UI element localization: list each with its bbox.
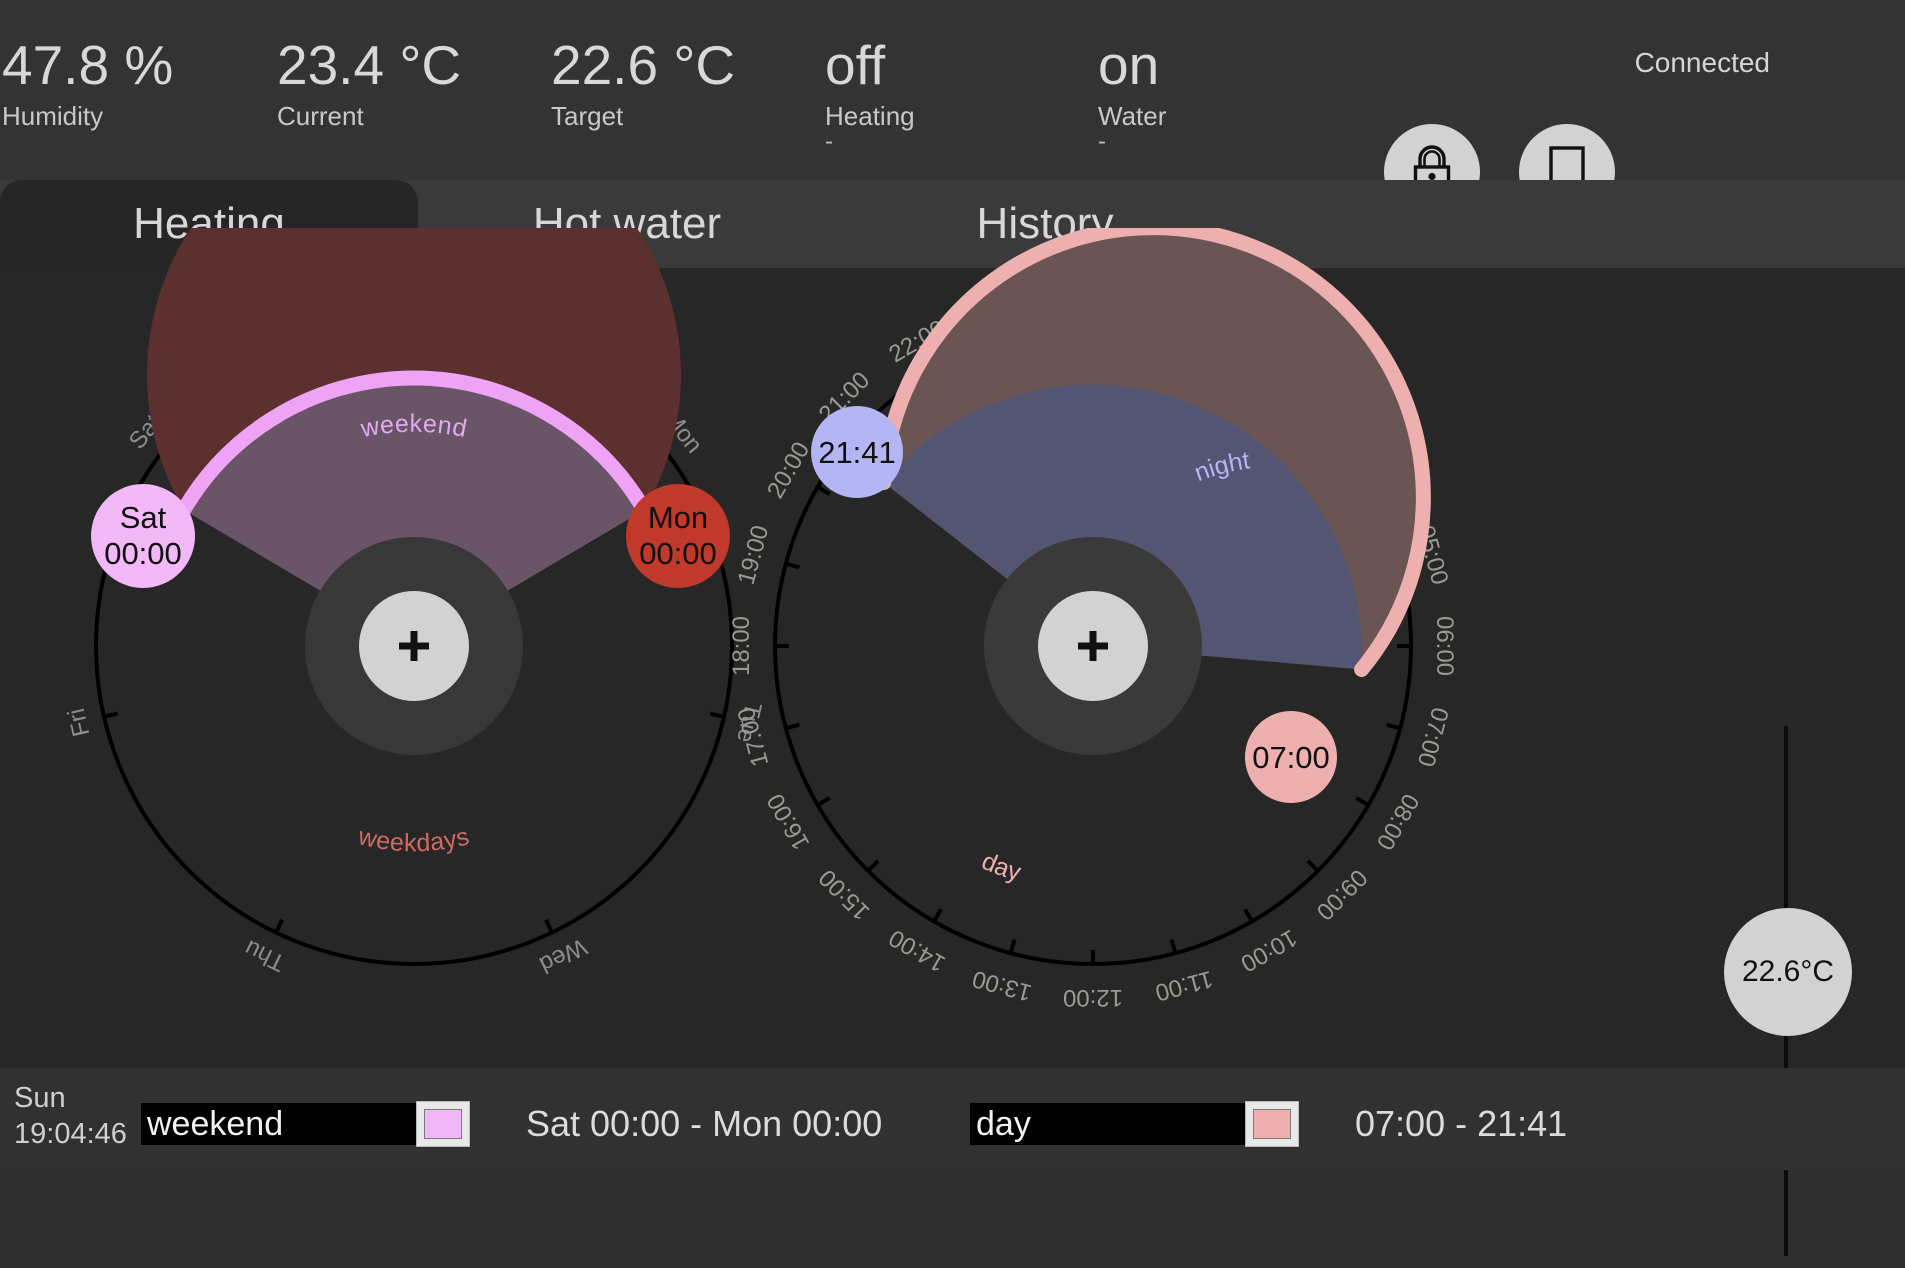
day-hour-tick-label: 06:00 <box>1431 616 1458 676</box>
day-hour-tick-label: 15:00 <box>814 864 876 926</box>
day-hour-tick-label: 17:00 <box>733 704 775 769</box>
legend-day-name: day <box>976 1104 1031 1143</box>
legend-day[interactable]: day 07:00 - 21:41 <box>970 1101 1568 1147</box>
legend-weekend-swatch <box>424 1109 462 1139</box>
bottom-bar: Sun 19:04:46 weekend Sat 00:00 - Mon 00:… <box>0 1068 1905 1170</box>
stat-target-label: Target <box>551 101 624 131</box>
week-handle-sat-day: Sat <box>120 500 167 535</box>
slider-knob[interactable]: 22.6°C <box>1724 908 1852 1036</box>
legend-day-range: 07:00 - 21:41 <box>1355 1103 1568 1144</box>
day-hour-tick-label: 10:00 <box>1236 924 1302 977</box>
day-hour-tick-label: 18:00 <box>728 616 755 676</box>
day-handle-0700-label: 07:00 <box>1252 740 1330 775</box>
legend-weekend-range: Sat 00:00 - Mon 00:00 <box>526 1103 883 1144</box>
legend-weekend-field[interactable]: weekend <box>141 1103 417 1145</box>
day-schedule-dial[interactable]: 00:0001:0002:0003:0004:0005:0006:0007:00… <box>680 228 1540 1088</box>
stat-heating-value: off <box>825 34 886 96</box>
week-day-tick-label: Fri <box>63 706 96 739</box>
day-segment-day-label: day <box>978 847 1025 887</box>
stat-humidity: 47.8 % Humidity <box>2 34 174 132</box>
day-hour-tick-label: 14:00 <box>884 924 950 977</box>
clock-day: Sun <box>14 1082 66 1114</box>
day-hour-tick-label: 19:00 <box>733 523 775 588</box>
stat-target: 22.6 °C Target <box>551 34 736 132</box>
stat-current-value: 23.4 °C <box>277 34 462 96</box>
stat-target-value: 22.6 °C <box>551 34 736 96</box>
main-area: SunMonTueWedThuFriSat weekend weekdays <box>0 228 1905 1256</box>
stat-water: on Water - <box>1098 34 1167 155</box>
legend-day-swatch <box>1253 1109 1291 1139</box>
week-handle-sat-time: 00:00 <box>104 536 182 571</box>
day-handle-2141[interactable]: 21:41 <box>811 406 903 498</box>
day-handle-0700[interactable]: 07:00 <box>1245 711 1337 803</box>
day-hour-tick-label: 16:00 <box>762 789 815 855</box>
stat-water-label: Water <box>1098 101 1167 131</box>
connection-status: Connected <box>1634 47 1770 78</box>
day-hour-tick-label: 07:00 <box>1412 704 1454 769</box>
stat-current-label: Current <box>277 101 364 131</box>
day-handle-2141-label: 21:41 <box>818 435 896 470</box>
day-hour-tick-label: 12:00 <box>1063 984 1123 1011</box>
current-clock: Sun 19:04:46 <box>14 1080 127 1152</box>
stat-humidity-value: 47.8 % <box>2 34 174 96</box>
stat-current: 23.4 °C Current <box>277 34 462 132</box>
header-bar: 47.8 % Humidity 23.4 °C Current 22.6 °C … <box>0 0 1905 220</box>
stat-water-value: on <box>1098 34 1160 96</box>
week-day-tick-label: Wed <box>535 933 591 979</box>
target-temperature-slider[interactable]: 22.6°C <box>1724 708 1890 1268</box>
app-root: 47.8 % Humidity 23.4 °C Current 22.6 °C … <box>0 0 1905 1256</box>
legend-day-field[interactable]: day <box>970 1103 1246 1145</box>
day-hour-tick-label: 09:00 <box>1311 864 1373 926</box>
stat-heating-sub: - <box>825 128 833 155</box>
stat-heating: off Heating - <box>825 34 915 155</box>
clock-time: 19:04:46 <box>14 1118 127 1150</box>
week-segment-weekdays-label: weekdays <box>355 822 473 857</box>
legend-weekend-swatch-button[interactable] <box>416 1101 470 1147</box>
legend-day-swatch-button[interactable] <box>1245 1101 1299 1147</box>
legend-weekend-name: weekend <box>147 1104 284 1143</box>
day-hour-tick-label: 11:00 <box>1152 965 1215 1006</box>
stat-heating-label: Heating <box>825 101 915 131</box>
legend-weekend[interactable]: weekend Sat 00:00 - Mon 00:00 <box>141 1101 883 1147</box>
week-handle-sat[interactable]: Sat 00:00 <box>91 484 195 588</box>
stat-water-sub: - <box>1098 128 1106 155</box>
stat-humidity-label: Humidity <box>2 101 104 131</box>
day-hour-tick-label: 13:00 <box>970 965 1035 1007</box>
week-day-tick-label: Thu <box>240 934 289 976</box>
day-hour-tick-label: 20:00 <box>762 437 815 503</box>
day-hour-tick-label: 08:00 <box>1371 789 1424 855</box>
